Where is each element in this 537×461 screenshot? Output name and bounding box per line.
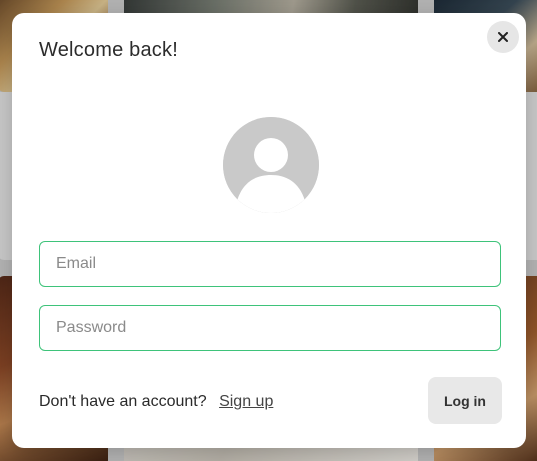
- signup-prompt: Don't have an account?: [39, 393, 207, 410]
- avatar: [223, 117, 319, 213]
- modal-title: Welcome back!: [39, 39, 178, 61]
- email-field[interactable]: [39, 241, 501, 287]
- close-icon: [498, 32, 508, 42]
- default-user-avatar-icon: [223, 117, 319, 213]
- signup-row: Don't have an account? Sign up: [39, 393, 273, 411]
- close-button[interactable]: [487, 21, 519, 53]
- signup-link[interactable]: Sign up: [219, 393, 273, 410]
- password-field[interactable]: [39, 305, 501, 351]
- login-button[interactable]: Log in: [428, 377, 502, 424]
- login-modal: Welcome back! Don't have an account? Sig…: [12, 13, 526, 448]
